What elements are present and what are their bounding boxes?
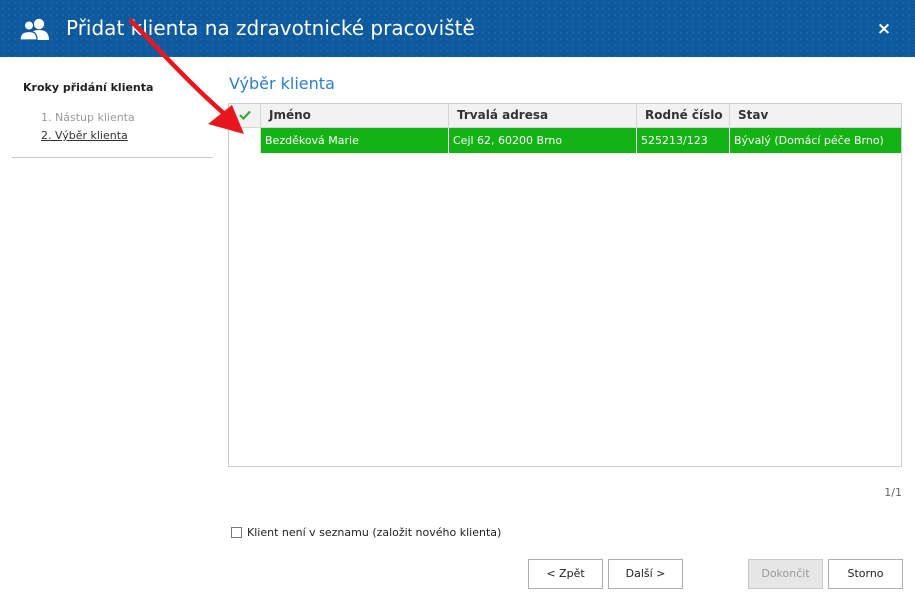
cell-rodne-cislo: 525213/123 <box>637 128 730 153</box>
check-icon <box>238 110 251 121</box>
steps-title: Kroky přidání klienta <box>23 81 154 94</box>
window-title: Přidat klienta na zdravotnické pracovišt… <box>66 16 475 40</box>
finish-button: Dokončit <box>748 559 823 589</box>
page-title: Výběr klienta <box>229 74 335 93</box>
cancel-button[interactable]: Storno <box>828 559 903 589</box>
cell-stav: Bývalý (Domácí péče Brno) <box>730 128 901 153</box>
title-bar: Přidat klienta na zdravotnické pracovišt… <box>0 0 915 57</box>
step-nastup-klienta: 1. Nástup klienta <box>41 111 135 124</box>
pager: 1/1 <box>884 486 902 499</box>
row-checkbox-cell[interactable] <box>229 128 261 153</box>
check-column-header[interactable] <box>229 104 261 127</box>
sidebar-divider <box>12 157 213 158</box>
column-header-jmeno[interactable]: Jméno <box>261 104 449 127</box>
column-header-trvala-adresa[interactable]: Trvalá adresa <box>449 104 637 127</box>
back-button[interactable]: < Zpět <box>528 559 603 589</box>
column-header-rodne-cislo[interactable]: Rodné číslo <box>637 104 730 127</box>
new-client-checkbox-label[interactable]: Klient není v seznamu (založit nového kl… <box>247 526 501 539</box>
column-header-stav[interactable]: Stav <box>730 104 901 127</box>
close-icon[interactable]: × <box>874 19 894 39</box>
step-vyber-klienta: 2. Výběr klienta <box>41 129 128 142</box>
table-header: Jméno Trvalá adresa Rodné číslo Stav <box>229 104 901 128</box>
new-client-checkbox[interactable] <box>231 527 242 538</box>
table-row[interactable]: Bezděková Marie Cejl 62, 60200 Brno 5252… <box>229 128 901 153</box>
next-button[interactable]: Další > <box>608 559 683 589</box>
users-icon <box>20 18 49 41</box>
cell-trvala-adresa: Cejl 62, 60200 Brno <box>449 128 637 153</box>
cell-jmeno: Bezděková Marie <box>261 128 449 153</box>
client-table: Jméno Trvalá adresa Rodné číslo Stav Bez… <box>228 103 902 467</box>
